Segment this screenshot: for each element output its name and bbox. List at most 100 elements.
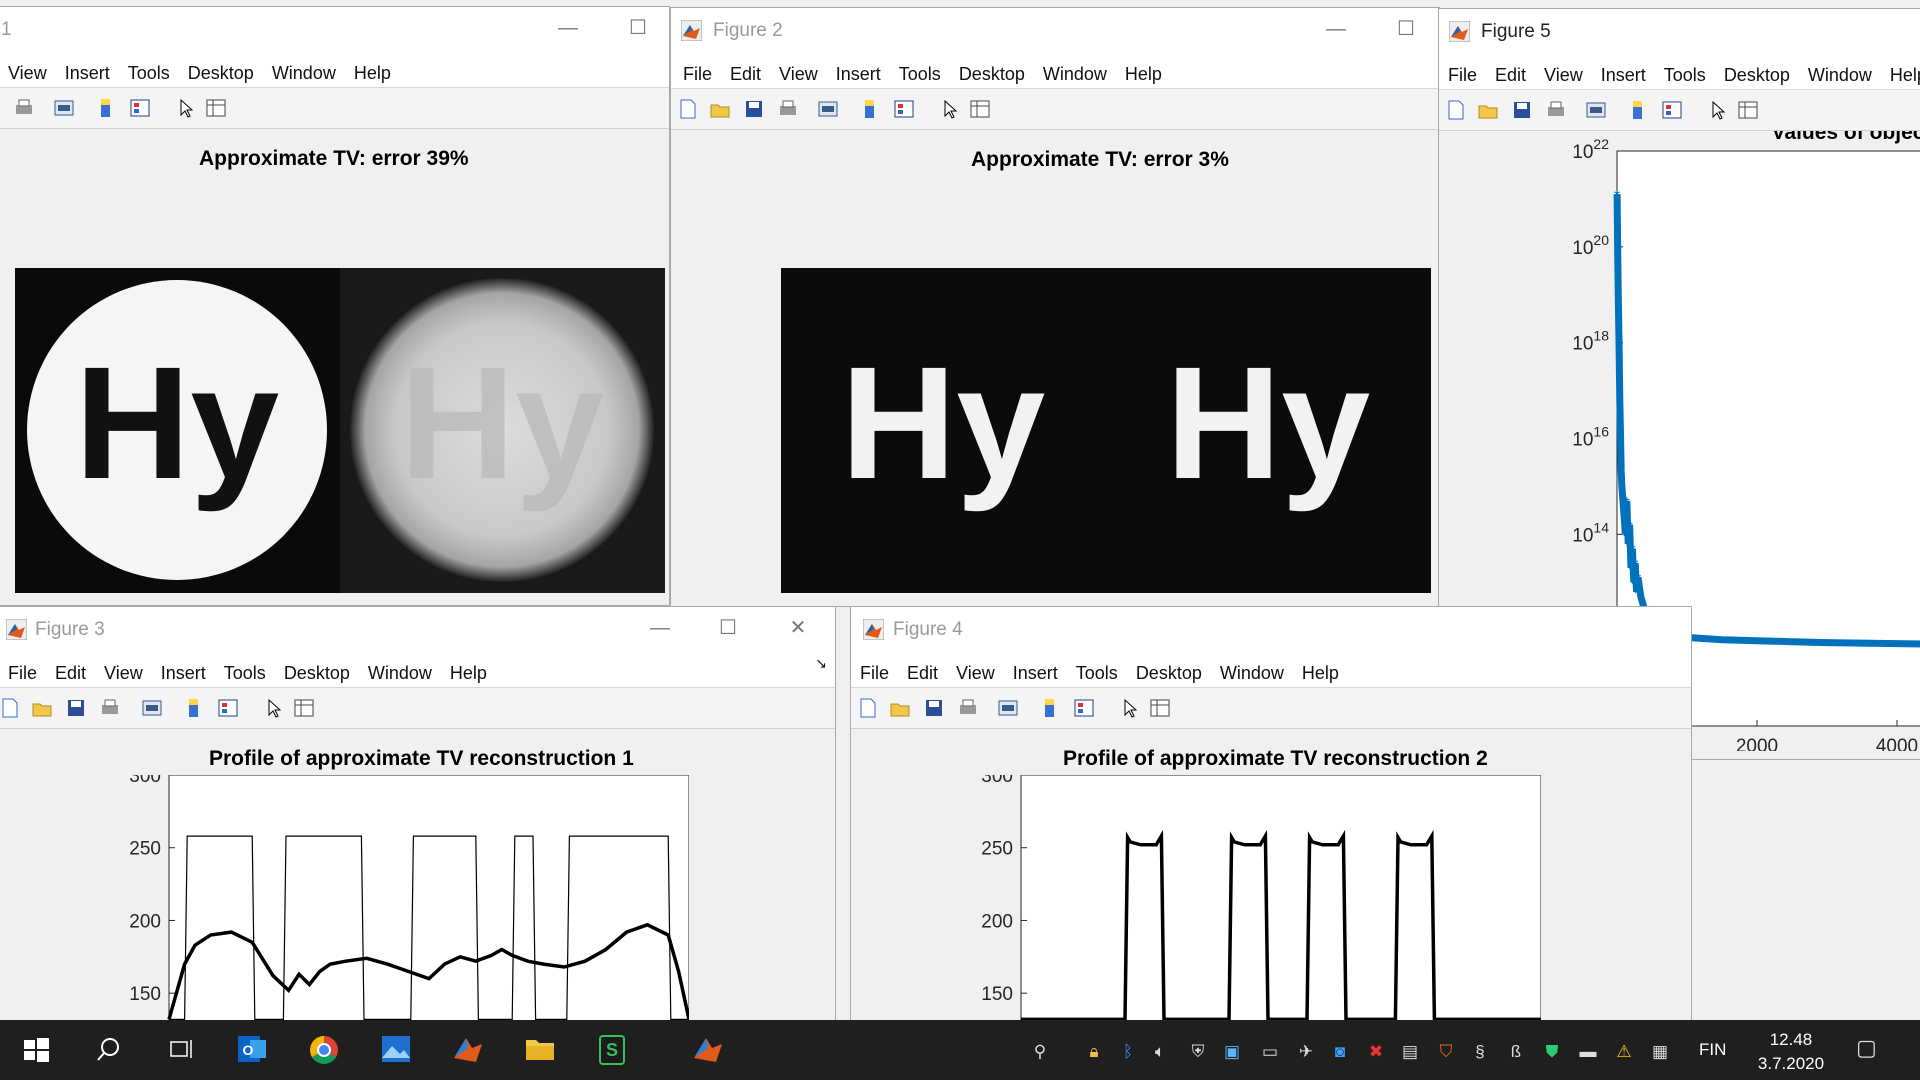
print-preview-icon[interactable] (817, 98, 839, 120)
save-icon[interactable] (923, 697, 945, 719)
outlook-tray-icon[interactable]: ◙ (1330, 1042, 1350, 1062)
menu-window[interactable]: Window (359, 651, 441, 684)
maximize-button[interactable]: ☐ (625, 15, 651, 41)
menu-edit[interactable]: Edit (898, 651, 947, 684)
legend-icon[interactable] (217, 697, 239, 719)
figure-4-titlebar[interactable]: Figure 4 (851, 607, 1691, 651)
menu-edit[interactable]: Edit (46, 651, 95, 684)
pointer-icon[interactable] (263, 697, 285, 719)
menu-tools[interactable]: Tools (119, 51, 179, 84)
font-icon[interactable]: ß (1506, 1042, 1526, 1062)
pointer-icon[interactable] (1119, 697, 1141, 719)
photos-icon[interactable] (360, 1020, 432, 1080)
legend-icon[interactable] (893, 98, 915, 120)
menu-desktop[interactable]: Desktop (1127, 651, 1211, 684)
menu-view[interactable]: View (0, 51, 56, 84)
windows-start-icon[interactable] (0, 1020, 72, 1080)
network-tray-icon[interactable]: ▦ (1650, 1042, 1670, 1062)
minimize-button[interactable]: — (1323, 16, 1349, 42)
matlab-icon[interactable] (432, 1020, 504, 1080)
legend-icon[interactable] (1661, 99, 1683, 121)
menu-file[interactable]: File (0, 651, 46, 684)
menu-insert[interactable]: Insert (1592, 53, 1655, 86)
menu-help[interactable]: Help (1116, 52, 1171, 85)
menu-insert[interactable]: Insert (827, 52, 890, 85)
pointer-icon[interactable] (175, 97, 197, 119)
print-preview-icon[interactable] (141, 697, 163, 719)
property-editor-icon[interactable] (205, 97, 227, 119)
menu-tools[interactable]: Tools (215, 651, 275, 684)
network-icon[interactable]: ▣ (1222, 1042, 1242, 1062)
menu-desktop[interactable]: Desktop (950, 52, 1034, 85)
lock-icon[interactable]: 🔒︎ (1084, 1042, 1104, 1062)
colorbar-icon[interactable] (859, 98, 881, 120)
menu-desktop[interactable]: Desktop (1715, 53, 1799, 86)
close-button[interactable]: ✕ (785, 615, 811, 641)
menu-tools[interactable]: Tools (1655, 53, 1715, 86)
matlab-icon-active[interactable] (672, 1020, 744, 1080)
menu-view[interactable]: View (95, 651, 152, 684)
menu-insert[interactable]: Insert (152, 651, 215, 684)
battery-icon[interactable]: ▬ (1578, 1042, 1598, 1062)
open-file-icon[interactable] (1477, 99, 1499, 121)
new-figure-icon[interactable] (1445, 99, 1467, 121)
menu-help[interactable]: Help (1293, 651, 1348, 684)
figure-4-window[interactable]: Figure 4 File Edit View Insert Tools Desktop W… (850, 606, 1692, 1026)
figure-3-window[interactable]: Figure 3 — ☐ ✕ File Edit View Insert Tools De… (0, 606, 836, 1026)
pointer-icon[interactable] (939, 98, 961, 120)
menu-view[interactable]: View (770, 52, 827, 85)
chrome-icon[interactable] (288, 1020, 360, 1080)
file-explorer-icon[interactable] (504, 1020, 576, 1080)
notification-icon[interactable]: ▢ (1856, 1037, 1877, 1059)
new-figure-icon[interactable] (677, 98, 699, 120)
menu-file[interactable]: File (674, 52, 721, 85)
menu-window[interactable]: Window (1799, 53, 1881, 86)
figure-1-window[interactable]: 1 — ☐ View Insert Tools Desktop Window Help A… (0, 6, 670, 606)
menu-window[interactable]: Window (1034, 52, 1116, 85)
pointer-icon[interactable] (1707, 99, 1729, 121)
legend-icon[interactable] (129, 97, 151, 119)
menu-file[interactable]: File (851, 651, 898, 684)
property-editor-icon[interactable] (1737, 99, 1759, 121)
menu-tools[interactable]: Tools (1067, 651, 1127, 684)
open-file-icon[interactable] (889, 697, 911, 719)
menu-tools[interactable]: Tools (890, 52, 950, 85)
volume-icon[interactable]: 🔈︎ (1150, 1042, 1170, 1062)
figure-3-titlebar[interactable]: Figure 3 — ☐ ✕ (0, 607, 835, 651)
menu-help[interactable]: Help (441, 651, 496, 684)
new-figure-icon[interactable] (857, 697, 879, 719)
property-editor-icon[interactable] (969, 98, 991, 120)
print-icon[interactable] (777, 98, 799, 120)
bluetooth-icon[interactable]: ᛒ (1118, 1042, 1138, 1062)
menu-file[interactable]: File (1439, 53, 1486, 86)
menu-edit[interactable]: Edit (1486, 53, 1535, 86)
print-icon[interactable] (957, 697, 979, 719)
menu-view[interactable]: View (1535, 53, 1592, 86)
minimize-button[interactable]: — (647, 615, 673, 641)
figure-1-titlebar[interactable]: 1 — ☐ (0, 7, 669, 51)
menu-edit[interactable]: Edit (721, 52, 770, 85)
security-tray-icon[interactable]: ⛊ (1542, 1042, 1562, 1062)
outlook-icon[interactable]: O (216, 1020, 288, 1080)
monitor-icon[interactable]: ▤ (1400, 1042, 1420, 1062)
menu-desktop[interactable]: Desktop (179, 51, 263, 84)
open-file-icon[interactable] (31, 697, 53, 719)
error-icon[interactable]: ✖ (1366, 1042, 1386, 1062)
maximize-button[interactable]: ☐ (1393, 16, 1419, 42)
people-icon[interactable]: ⚲ (1030, 1042, 1050, 1062)
display-icon[interactable]: ▭ (1260, 1042, 1280, 1062)
print-icon[interactable] (13, 97, 35, 119)
print-preview-icon[interactable] (53, 97, 75, 119)
print-icon[interactable] (1545, 99, 1567, 121)
menu-window[interactable]: Window (263, 51, 345, 84)
menu-help[interactable]: Help (1881, 53, 1920, 86)
colorbar-icon[interactable] (183, 697, 205, 719)
plane-icon[interactable]: ✈ (1296, 1042, 1316, 1062)
save-icon[interactable] (65, 697, 87, 719)
figure-5-titlebar[interactable]: Figure 5 (1439, 9, 1920, 53)
new-figure-icon[interactable] (0, 697, 21, 719)
minimize-button[interactable]: — (555, 15, 581, 41)
dock-arrow-icon[interactable]: ↘ (815, 655, 827, 672)
shield-icon[interactable]: ⛨ (1188, 1042, 1208, 1062)
save-icon[interactable] (1511, 99, 1533, 121)
